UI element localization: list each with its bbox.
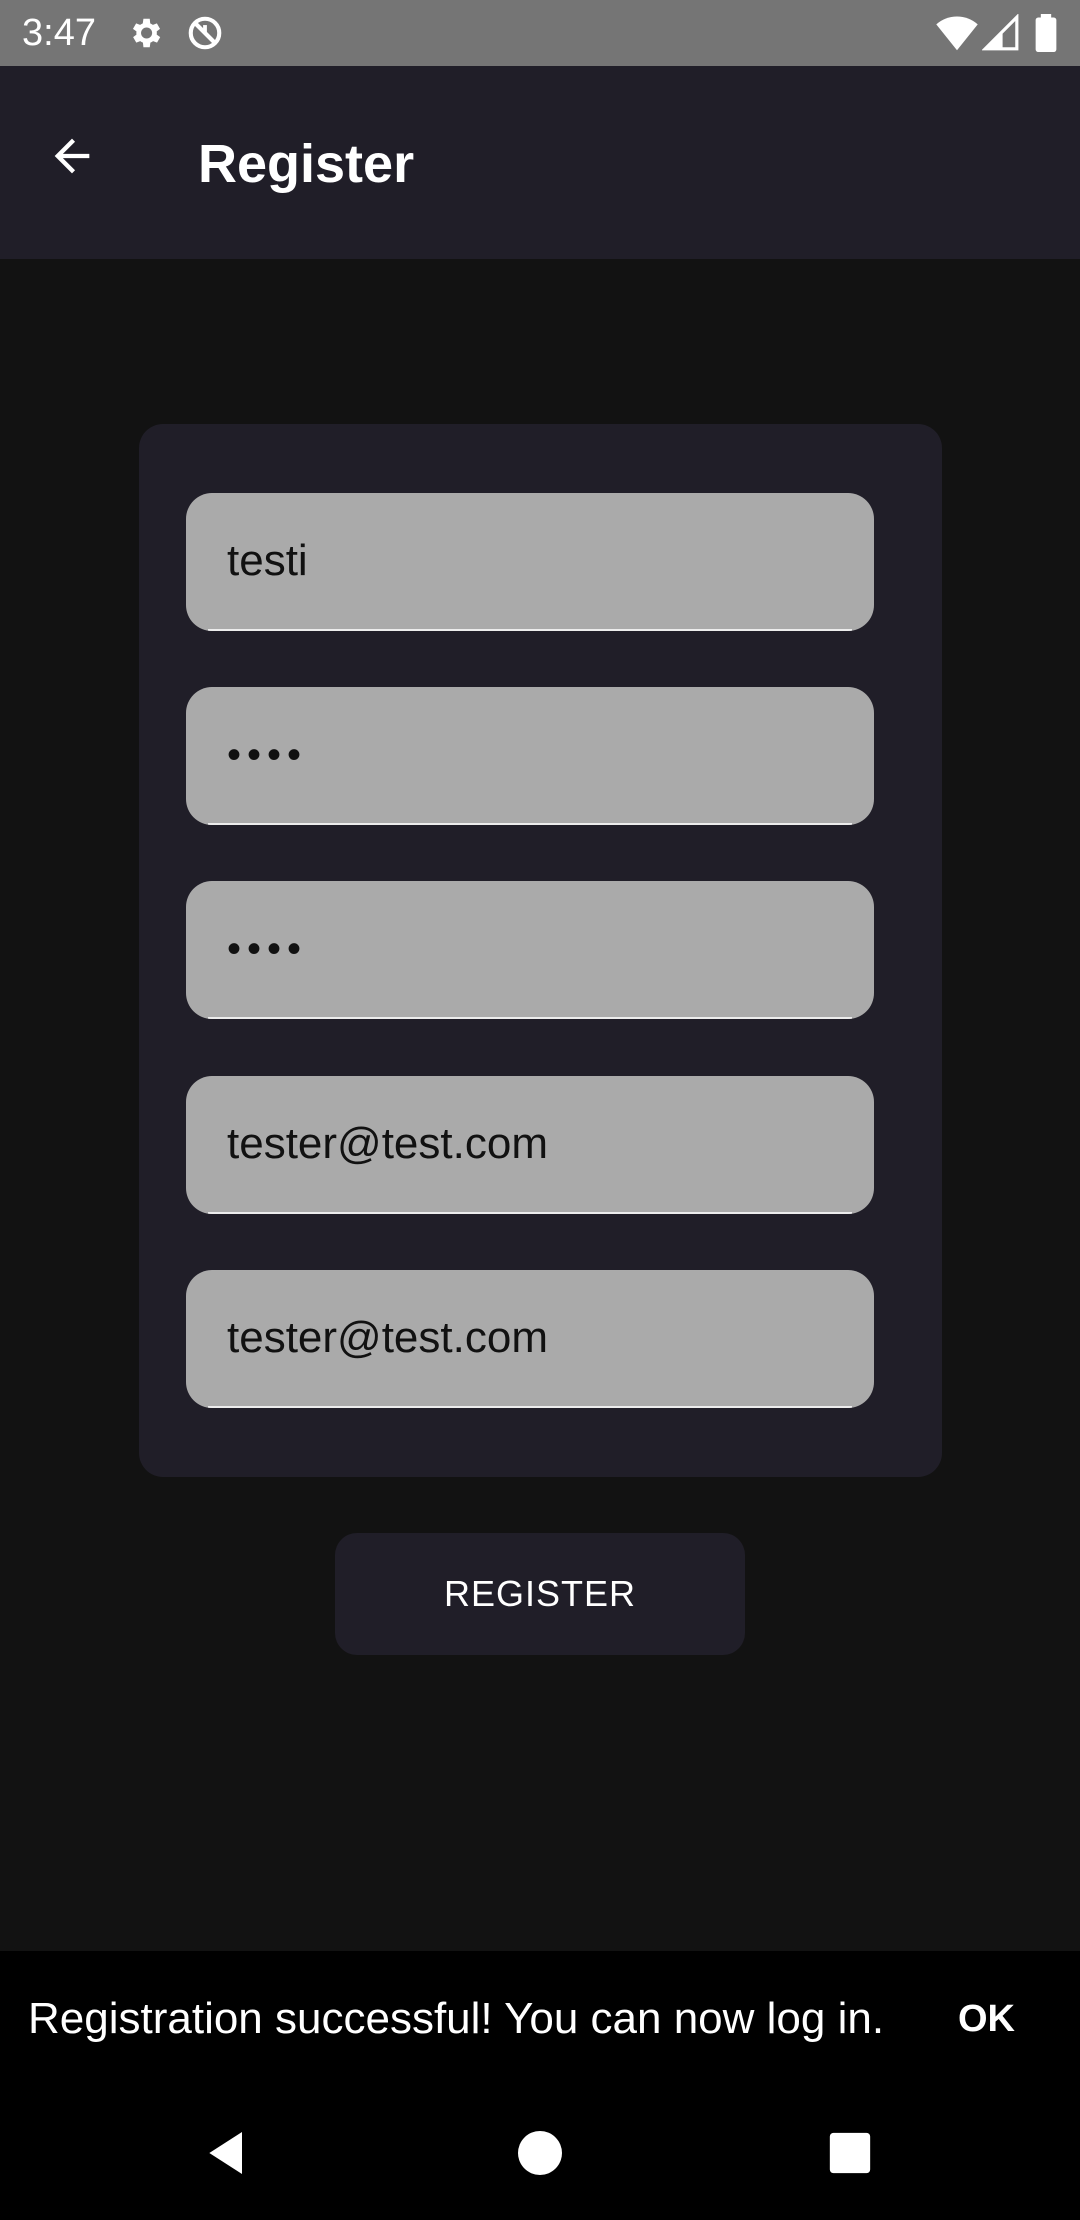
register-form-card: testi •••• •••• tester@test.com tester@t… [139,424,942,1477]
email-value: tester@test.com [227,1119,548,1168]
username-field[interactable]: testi [186,493,874,631]
username-value: testi [227,536,308,585]
status-time: 3:47 [22,12,96,54]
snackbar-message: Registration successful! You can now log… [28,1994,885,2043]
confirm-email-field[interactable]: tester@test.com [186,1270,874,1408]
wifi-icon [936,14,978,52]
nav-home-button[interactable] [500,2113,580,2193]
snackbar-ok-button[interactable]: OK [940,1951,1033,2087]
password-value: •••• [227,733,308,777]
email-field[interactable]: tester@test.com [186,1076,874,1214]
nav-back-button[interactable] [188,2113,268,2193]
nav-home-icon [518,2131,562,2175]
snackbar: Registration successful! You can now log… [0,1951,1080,2087]
confirm-password-field[interactable]: •••• [186,881,874,1019]
no-sync-icon [186,14,224,52]
nav-recents-icon [829,2132,871,2174]
app-bar: Register [0,66,1080,259]
back-button[interactable] [30,114,114,198]
register-screen: 3:47 Register testi •••• •••• tester@tes… [0,0,1080,2220]
nav-recents-button[interactable] [810,2113,890,2193]
gear-icon [126,14,164,52]
status-bar: 3:47 [0,0,1080,66]
nav-back-icon [209,2132,242,2174]
signal-icon [981,13,1020,52]
confirm-email-value: tester@test.com [227,1313,548,1362]
confirm-password-value: •••• [227,927,308,971]
password-field[interactable]: •••• [186,687,874,825]
register-button[interactable]: REGISTER [335,1533,745,1655]
battery-icon [1034,14,1058,53]
page-title: Register [198,134,415,194]
arrow-back-icon [54,138,90,174]
navigation-bar [0,2087,1080,2220]
